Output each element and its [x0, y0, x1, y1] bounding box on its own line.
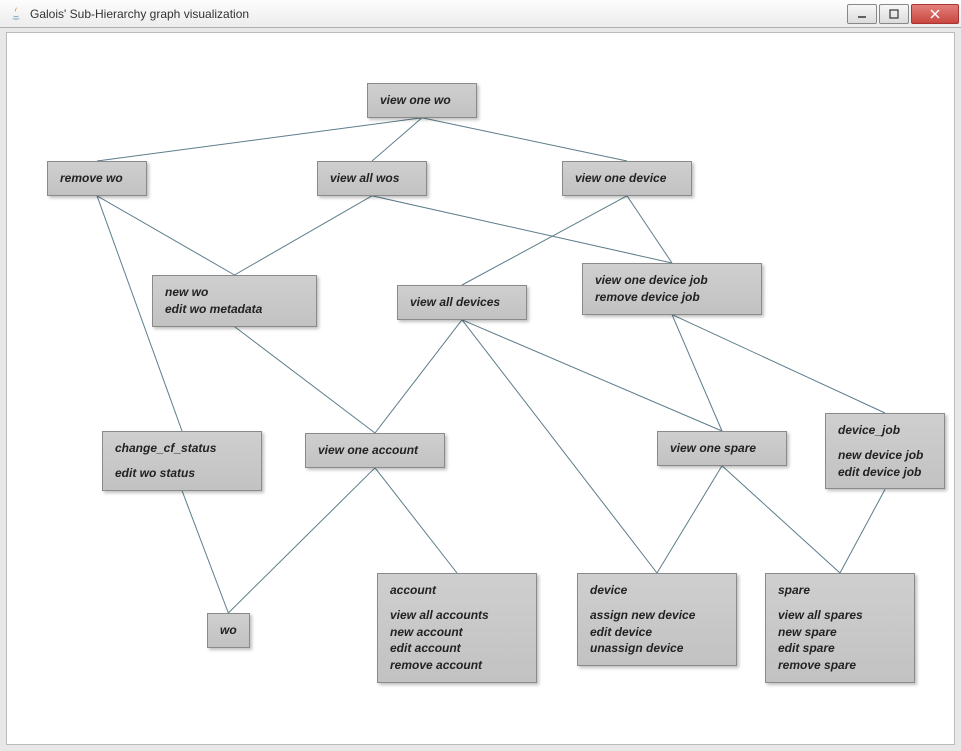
graph-node-label: view one device: [575, 170, 679, 187]
graph-node[interactable]: view one spare: [657, 431, 787, 466]
graph-node-label: view all accounts: [390, 607, 524, 624]
graph-node[interactable]: remove wo: [47, 161, 147, 196]
window-title: Galois' Sub-Hierarchy graph visualizatio…: [30, 7, 845, 21]
graph-node-label: new account: [390, 624, 524, 641]
graph-node-label: edit wo metadata: [165, 301, 304, 318]
graph-node-label: assign new device: [590, 607, 724, 624]
graph-node-label: view all wos: [330, 170, 414, 187]
graph-node[interactable]: wo: [207, 613, 250, 648]
graph-node[interactable]: view one device: [562, 161, 692, 196]
graph-node-label: account: [390, 582, 524, 599]
graph-node-label: edit wo status: [115, 465, 249, 482]
graph-node-label: edit account: [390, 640, 524, 657]
graph-node-label: remove spare: [778, 657, 902, 674]
graph-node[interactable]: view all devices: [397, 285, 527, 320]
graph-node[interactable]: view one wo: [367, 83, 477, 118]
graph-node[interactable]: device assign new deviceedit deviceunassi…: [577, 573, 737, 666]
graph-node-label: edit device: [590, 624, 724, 641]
graph-node-label: view all devices: [410, 294, 514, 311]
graph-node[interactable]: account view all accountsnew accountedit …: [377, 573, 537, 683]
graph-node-label: edit spare: [778, 640, 902, 657]
graph-node[interactable]: device_jobnew device jobedit device job: [825, 413, 945, 489]
graph-node-label: change_cf_status: [115, 440, 249, 457]
graph-node-label: view one spare: [670, 440, 774, 457]
graph-node[interactable]: view one account: [305, 433, 445, 468]
graph-node-label: new device job: [838, 447, 932, 464]
window-titlebar: Galois' Sub-Hierarchy graph visualizatio…: [0, 0, 961, 28]
graph-node[interactable]: view one device jobremove device job: [582, 263, 762, 315]
java-icon: [8, 6, 24, 22]
graph-node[interactable]: change_cf_statusedit wo status: [102, 431, 262, 491]
client-area: view one wo remove wo view all wos view one…: [6, 32, 955, 745]
graph-node-label: remove account: [390, 657, 524, 674]
graph-node-label: view one device job: [595, 272, 749, 289]
graph-node[interactable]: view all wos: [317, 161, 427, 196]
graph-node-label: remove device job: [595, 289, 749, 306]
graph-node-label: new wo: [165, 284, 304, 301]
graph-node-label: view one wo: [380, 92, 464, 109]
graph-node-label: view all spares: [778, 607, 902, 624]
graph-node[interactable]: new woedit wo metadata: [152, 275, 317, 327]
maximize-button[interactable]: [879, 4, 909, 24]
graph-node-label: unassign device: [590, 640, 724, 657]
graph-node-label: spare: [778, 582, 902, 599]
graph-node-label: edit device job: [838, 464, 932, 481]
graph-node-label: device: [590, 582, 724, 599]
graph-node-label: view one account: [318, 442, 432, 459]
close-button[interactable]: [911, 4, 959, 24]
minimize-button[interactable]: [847, 4, 877, 24]
graph-canvas[interactable]: view one wo remove wo view all wos view one…: [7, 33, 954, 744]
graph-node-label: wo: [220, 622, 237, 639]
graph-node-label: device_job: [838, 422, 932, 439]
window-controls: [845, 4, 959, 24]
graph-node-label: remove wo: [60, 170, 134, 187]
graph-node-label: new spare: [778, 624, 902, 641]
graph-node[interactable]: spare view all sparesnew spareedit sparer…: [765, 573, 915, 683]
